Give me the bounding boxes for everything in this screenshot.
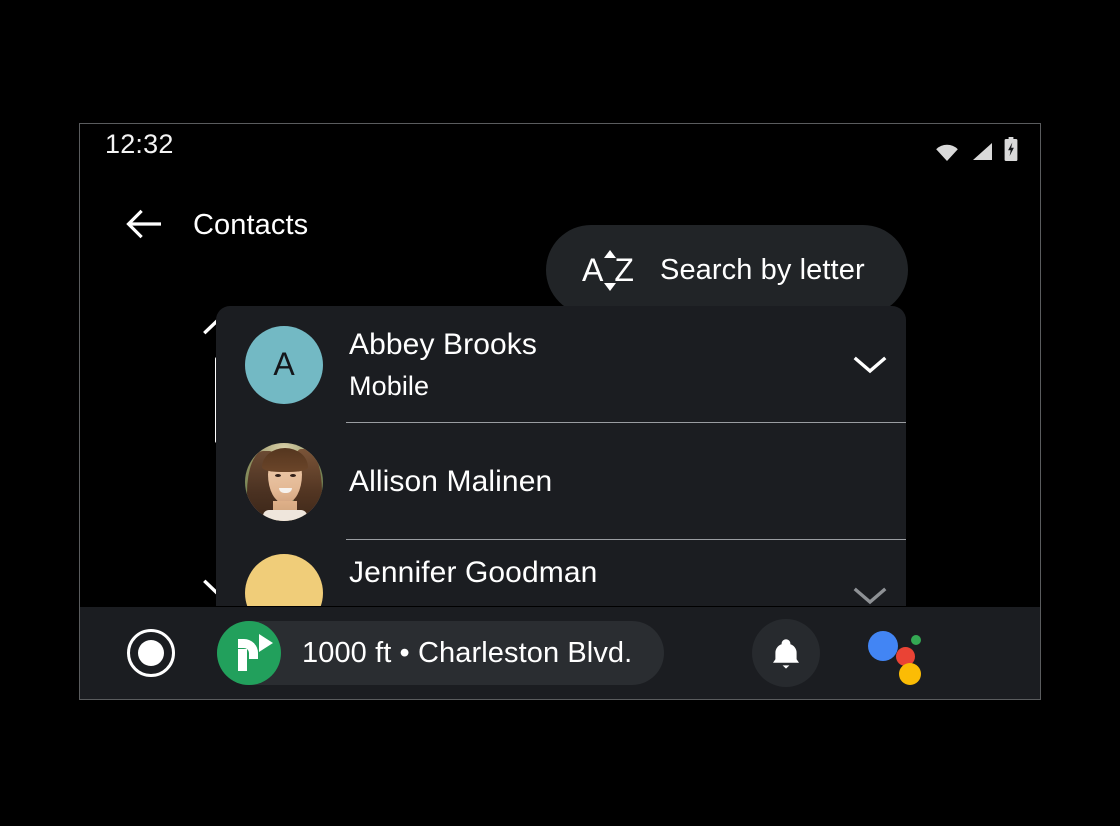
- arrow-left-icon: [126, 209, 161, 239]
- notification-button[interactable]: [752, 619, 821, 687]
- avatar-photo-smile: [279, 487, 292, 493]
- expand-contact-button[interactable]: [834, 540, 906, 606]
- turn-right-arrowhead: [259, 634, 273, 652]
- chevron-down-icon: [853, 587, 887, 605]
- contact-subtitle: Mobile: [349, 370, 430, 401]
- search-by-letter-button[interactable]: AZ Search by letter: [546, 225, 908, 315]
- assistant-dot-green: [911, 635, 922, 645]
- contact-text: Allison Malinen: [349, 463, 906, 501]
- az-sort-down-triangle-icon: [604, 283, 616, 291]
- contact-list-item[interactable]: Jennifer Goodman: [216, 540, 906, 606]
- back-button[interactable]: [118, 198, 170, 250]
- expand-contact-button[interactable]: [834, 306, 906, 423]
- contact-name: Allison Malinen: [349, 464, 553, 498]
- az-letter-z: Z: [614, 252, 645, 288]
- az-sort-icon: AZ: [582, 248, 638, 292]
- contact-list-item[interactable]: A Abbey Brooks Mobile: [216, 306, 906, 423]
- app-bar: Contacts AZ Search by letter: [80, 170, 1040, 315]
- status-icons: [934, 135, 1018, 161]
- avatar: [245, 442, 323, 521]
- nav-bar: 1000 ft • Charleston Blvd.: [80, 607, 1040, 699]
- contact-name: Jennifer Goodman: [349, 556, 598, 589]
- contact-list-item[interactable]: Allison Malinen: [216, 423, 906, 540]
- navigation-directions-chip[interactable]: 1000 ft • Charleston Blvd.: [217, 621, 665, 685]
- az-sort-up-triangle-icon: [604, 250, 616, 258]
- navigation-distance-text: 1000 ft • Charleston Blvd.: [302, 636, 633, 669]
- avatar-photo-eye-left: [275, 473, 281, 477]
- status-clock: 12:32: [105, 129, 174, 159]
- turn-right-icon: [217, 621, 281, 685]
- avatar: A: [245, 325, 323, 404]
- bell-icon: [773, 638, 800, 669]
- chevron-down-icon: [853, 356, 887, 373]
- app-launcher-icon: [138, 640, 164, 666]
- turn-right-bend: [238, 639, 258, 659]
- contact-name: Abbey Brooks: [349, 327, 537, 361]
- search-by-letter-label: Search by letter: [660, 253, 865, 286]
- contact-text: Jennifer Goodman: [349, 554, 834, 592]
- android-auto-screen: 12:32 Contacts AZ Search by letter A Abb…: [79, 123, 1041, 700]
- page-title: Contacts: [193, 209, 309, 241]
- assistant-dot-blue: [868, 631, 899, 661]
- avatar: [245, 554, 323, 606]
- status-bar: 12:32: [80, 124, 1040, 170]
- google-assistant-button[interactable]: [868, 627, 926, 685]
- avatar-photo-shirt: [263, 509, 307, 521]
- avatar-photo-eye-right: [290, 473, 296, 477]
- contact-text: Abbey Brooks Mobile: [349, 326, 834, 404]
- assistant-dot-yellow: [899, 663, 922, 685]
- app-launcher-button[interactable]: [127, 629, 175, 677]
- avatar-initial: A: [273, 346, 295, 382]
- battery-charging-icon: [1004, 137, 1018, 161]
- cell-signal-icon: [973, 143, 992, 160]
- wifi-icon: [936, 144, 958, 161]
- contact-list: A Abbey Brooks Mobile Allison Malinen Je…: [216, 306, 906, 606]
